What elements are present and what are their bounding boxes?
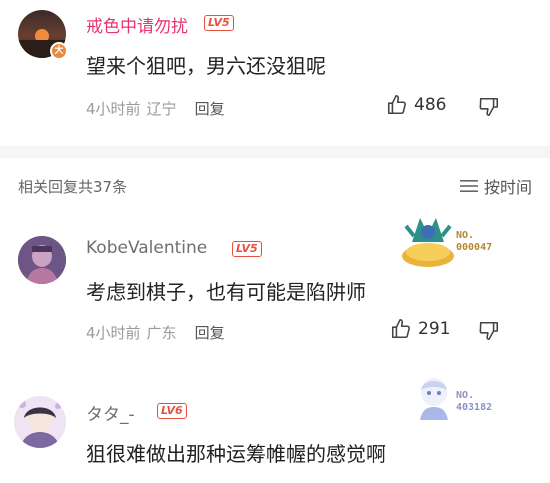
thumbs-up-icon [391,319,410,339]
comment-meta: 4小时前 广东 回复 [86,322,225,343]
username[interactable]: KobeValentine [86,238,207,258]
comment-time: 4小时前 [86,324,141,342]
replies-count-title: 相关回复共37条 [18,178,128,196]
username[interactable]: タタ_- [86,400,135,425]
medal-icon [420,378,448,420]
dislike-button[interactable] [478,320,500,342]
level-badge: LV6 [157,403,187,419]
comment-location: 辽宁 [146,100,177,118]
avatar[interactable] [14,396,66,448]
avatar[interactable] [18,236,66,284]
reply-button[interactable]: 回复 [195,100,225,118]
medal-number: 403182 [456,402,493,413]
thumbs-up-icon [387,95,406,115]
reply-button[interactable]: 回复 [195,324,225,342]
username[interactable]: 戒色中请勿扰 [86,12,188,37]
reply-item: KobeValentine LV5 NO. 000047 考虑到棋子，也有可能是… [0,212,550,362]
comment-meta: 4小时前 辽宁 回复 [86,98,225,119]
comment-thread: 大 戒色中请勿扰 LV5 望来个狙吧，男六还没狙呢 4小时前 辽宁 回复 486 相… [0,0,550,483]
thumbs-down-icon [479,321,499,341]
sort-by-time-button[interactable]: 按时间 [459,174,532,198]
avatar-badge-label: 大 [54,46,64,56]
medal-number: 000047 [456,242,493,253]
medal-badge: NO. 000047 [400,212,510,272]
like-button[interactable]: 486 [386,94,446,116]
top-comment: 大 戒色中请勿扰 LV5 望来个狙吧，男六还没狙呢 4小时前 辽宁 回复 486 [0,0,550,146]
comment-location: 广东 [146,324,177,342]
comment-text[interactable]: 狙很难做出那种运筹帷幄的感觉啊 [86,438,386,467]
reply-item: タタ_- LV6 NO. 403182 狙很难做出那种运筹帷幄的感觉啊 [0,362,550,483]
comment-text[interactable]: 考虑到棋子，也有可能是陷阱师 [86,276,366,305]
like-count: 486 [414,95,447,115]
sort-label: 按时间 [483,178,532,197]
dislike-button[interactable] [478,96,500,118]
like-button[interactable]: 291 [390,318,450,340]
sort-icon [459,180,478,192]
section-divider [0,146,550,158]
like-count: 291 [418,319,451,339]
medal-badge: NO. 403182 [414,376,524,426]
medal-no-label: NO. [456,390,475,401]
avatar-verified-badge: 大 [50,42,68,60]
replies-header: 相关回复共37条 按时间 [0,158,550,212]
level-badge: LV5 [232,241,262,257]
medal-icon [402,218,454,267]
level-badge: LV5 [204,15,234,31]
comment-time: 4小时前 [86,100,141,118]
thumbs-down-icon [479,97,499,117]
medal-no-label: NO. [456,230,475,241]
comment-text[interactable]: 望来个狙吧，男六还没狙呢 [86,50,326,79]
